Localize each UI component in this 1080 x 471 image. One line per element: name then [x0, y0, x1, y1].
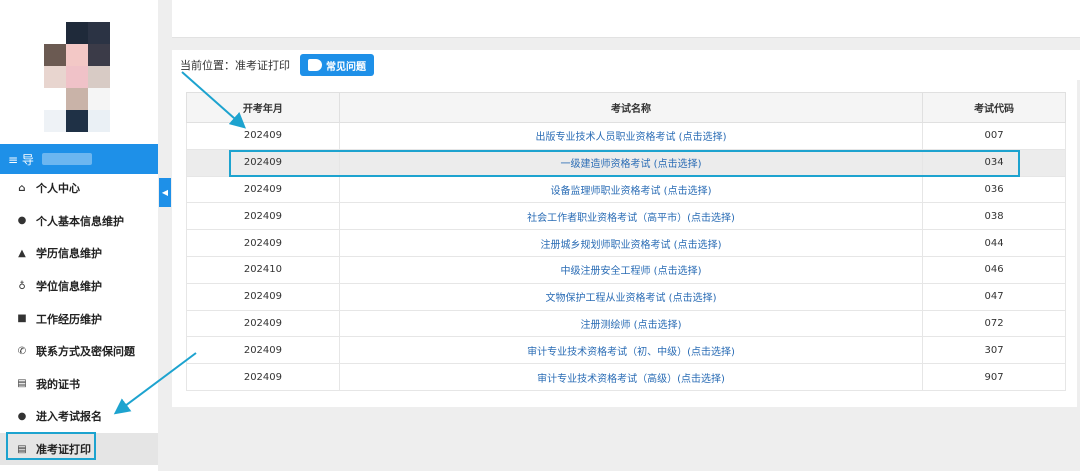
sidebar-item-work-history[interactable]: ■ 工作经历维护 [0, 302, 158, 335]
cell-code: 047 [922, 282, 1066, 311]
nav-header-blur [41, 153, 92, 165]
table-row: 202409 注册测绘师 (点击选择) 072 [186, 309, 1066, 338]
sidebar-item-label: 学历信息维护 [36, 247, 102, 261]
exam-link[interactable]: 设备监理师职业资格考试 (点击选择) [338, 175, 924, 204]
degree-icon: ♁ [18, 280, 26, 292]
sidebar-item-label: 联系方式及密保问题 [36, 345, 135, 359]
cell-month: 202409 [186, 309, 340, 338]
cell-code: 044 [922, 229, 1066, 257]
sidebar-item-label: 准考证打印 [36, 443, 91, 457]
cell-month: 202409 [186, 148, 340, 177]
column-header-month: 开考年月 [186, 92, 340, 123]
sidebar-item-label: 我的证书 [36, 377, 80, 391]
sidebar-item-certificates[interactable]: ▤ 我的证书 [0, 368, 158, 401]
cell-month: 202409 [186, 336, 340, 365]
column-header-code: 考试代码 [922, 92, 1066, 123]
table-row: 202409 注册城乡规划师职业资格考试 (点击选择) 044 [186, 229, 1066, 257]
cell-code: 038 [922, 202, 1066, 231]
exam-link[interactable]: 注册测绘师 (点击选择) [338, 309, 924, 338]
table-row: 202409 社会工作者职业资格考试（高平市）(点击选择) 038 [186, 202, 1066, 231]
cell-code: 072 [922, 309, 1066, 338]
exam-link[interactable]: 注册城乡规划师职业资格考试 (点击选择) [338, 229, 924, 257]
cell-month: 202409 [186, 175, 340, 204]
exam-link[interactable]: 出版专业技术人员职业资格考试 (点击选择) [338, 122, 924, 150]
cell-code: 034 [922, 148, 1066, 177]
avatar [44, 22, 110, 132]
home-icon: ⌂ [18, 182, 26, 194]
sidebar-item-label: 个人中心 [36, 182, 80, 196]
sidebar-item-label: 个人基本信息维护 [36, 214, 124, 228]
table-row: 202409 出版专业技术人员职业资格考试 (点击选择) 007 [186, 122, 1066, 150]
arrow-circle-icon: ● [17, 410, 27, 422]
cell-code: 036 [922, 175, 1066, 204]
exam-link[interactable]: 审计专业技术资格考试（高级）(点击选择) [338, 363, 924, 391]
cell-code: 046 [922, 255, 1066, 284]
graduation-cap-icon: ▲ [18, 247, 26, 259]
cell-code: 307 [922, 336, 1066, 365]
cell-month: 202409 [186, 122, 340, 150]
exam-link[interactable]: 中级注册安全工程师 (点击选择) [338, 255, 924, 284]
table-row: 202410 中级注册安全工程师 (点击选择) 046 [186, 255, 1066, 284]
faq-button-label: 常见问题 [326, 61, 366, 73]
exam-link[interactable]: 一级建造师资格考试 (点击选择) [338, 148, 924, 177]
breadcrumb-label: 当前位置：准考证打印 [180, 59, 290, 72]
nav-header[interactable]: ≡ 导 [0, 144, 158, 174]
sidebar: ≡ 导 ⌂ 个人中心 ● 个人基本信息维护 ▲ 学历信息维护 ♁ 学位信息维护 … [0, 0, 158, 471]
table-row-highlighted: 202409 一级建造师资格考试 (点击选择) 034 [186, 148, 1066, 177]
phone-icon: ✆ [17, 345, 27, 357]
exam-link[interactable]: 审计专业技术资格考试（初、中级）(点击选择) [338, 336, 924, 365]
sidebar-item-education[interactable]: ▲ 学历信息维护 [0, 237, 158, 270]
sidebar-collapse-button[interactable]: ◀ [159, 178, 171, 207]
cell-code: 007 [922, 122, 1066, 150]
cell-month: 202409 [186, 282, 340, 311]
sidebar-item-personal-center[interactable]: ⌂ 个人中心 [0, 172, 158, 205]
cell-month: 202409 [186, 229, 340, 257]
exam-table-panel: 开考年月 考试名称 考试代码 202409 出版专业技术人员职业资格考试 (点击… [172, 80, 1077, 407]
sidebar-item-label: 进入考试报名 [36, 410, 102, 424]
sidebar-item-basic-info[interactable]: ● 个人基本信息维护 [0, 205, 158, 238]
briefcase-icon: ■ [17, 313, 27, 325]
sidebar-item-exam-registration[interactable]: ● 进入考试报名 [0, 400, 158, 433]
hand-pointer-icon [308, 59, 322, 71]
cell-month: 202410 [186, 255, 340, 284]
sidebar-item-label: 学位信息维护 [36, 280, 102, 294]
table-row: 202409 审计专业技术资格考试（初、中级）(点击选择) 307 [186, 336, 1066, 365]
breadcrumb: 当前位置：准考证打印 常见问题 [172, 50, 1080, 80]
chevron-left-icon: ◀ [161, 188, 169, 197]
nav-header-label: ≡ 导 [8, 152, 34, 167]
nav-list: ⌂ 个人中心 ● 个人基本信息维护 ▲ 学历信息维护 ♁ 学位信息维护 ■ 工作… [0, 172, 158, 466]
exam-link[interactable]: 社会工作者职业资格考试（高平市）(点击选择) [338, 202, 924, 231]
table-header-row: 开考年月 考试名称 考试代码 [186, 92, 1066, 123]
user-icon: ● [17, 215, 27, 227]
cell-month: 202409 [186, 202, 340, 231]
table-row: 202409 文物保护工程从业资格考试 (点击选择) 047 [186, 282, 1066, 311]
table-row: 202409 审计专业技术资格考试（高级）(点击选择) 907 [186, 363, 1066, 391]
cell-month: 202409 [186, 363, 340, 391]
sidebar-item-label: 工作经历维护 [36, 312, 102, 326]
print-icon: ▤ [17, 443, 27, 455]
column-header-name: 考试名称 [338, 92, 924, 123]
sidebar-item-degree[interactable]: ♁ 学位信息维护 [0, 270, 158, 303]
table-row: 202409 设备监理师职业资格考试 (点击选择) 036 [186, 175, 1066, 204]
top-bar [172, 0, 1080, 38]
certificate-icon: ▤ [17, 378, 27, 390]
exam-table: 开考年月 考试名称 考试代码 202409 出版专业技术人员职业资格考试 (点击… [186, 92, 1066, 391]
sidebar-item-contact[interactable]: ✆ 联系方式及密保问题 [0, 335, 158, 368]
sidebar-item-admission-ticket[interactable]: ▤ 准考证打印 [0, 432, 158, 466]
cell-code: 907 [922, 363, 1066, 391]
exam-link[interactable]: 文物保护工程从业资格考试 (点击选择) [338, 282, 924, 311]
faq-button[interactable]: 常见问题 [300, 54, 374, 76]
